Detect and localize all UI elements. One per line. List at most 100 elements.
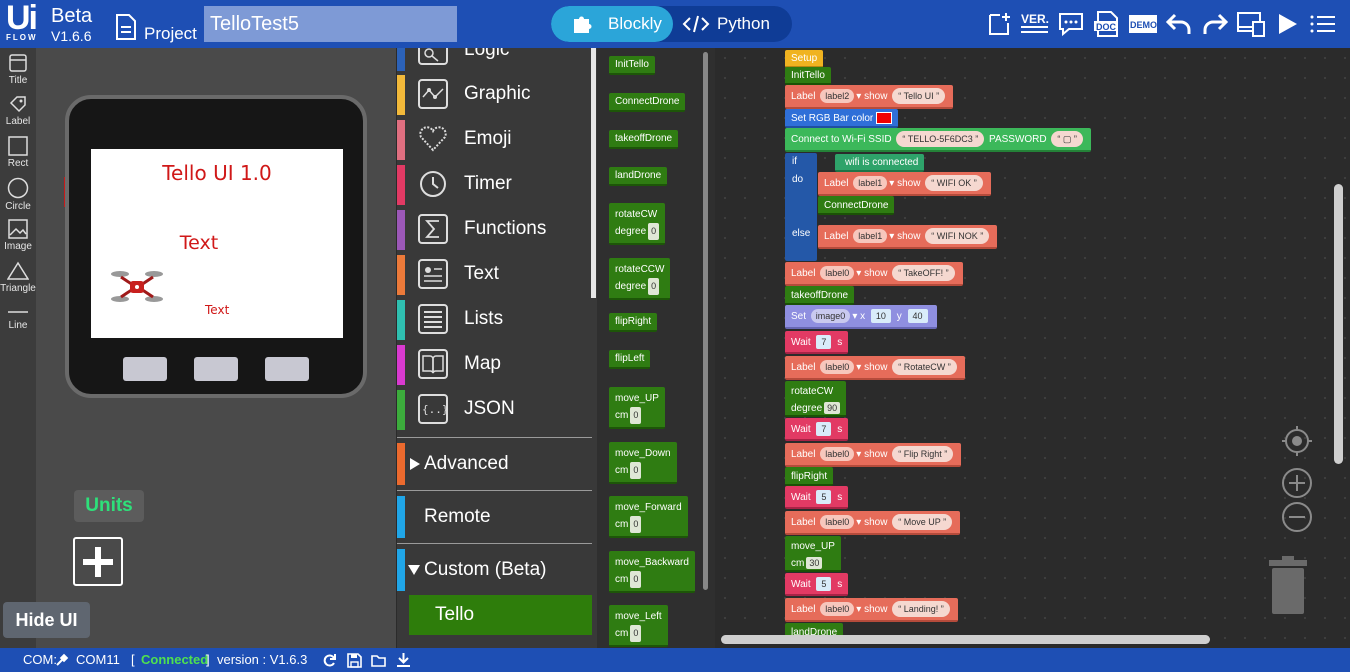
wifi-connect-block[interactable]: Connect to Wi-Fi SSID “ TELLO-5F6DC3 ” P…: [785, 128, 1091, 152]
blockly-label[interactable]: Blockly: [608, 14, 662, 34]
category-scrollbar[interactable]: [591, 48, 596, 298]
drone-image[interactable]: [111, 267, 163, 307]
flyout-block-flipright[interactable]: flipRight: [609, 313, 658, 332]
redo-icon[interactable]: [1200, 9, 1230, 39]
tool-image[interactable]: Image: [0, 219, 36, 252]
flyout-block-landdrone[interactable]: landDrone: [609, 167, 668, 186]
tool-circle[interactable]: Circle: [0, 177, 36, 212]
wait-block[interactable]: Wait 5 s: [785, 486, 849, 509]
plug-icon[interactable]: [55, 653, 69, 667]
flyout-block-move-up[interactable]: move_UP cm 0: [609, 387, 665, 429]
label-show-block[interactable]: Label label1 ▾ show “ WIFI OK ”: [818, 172, 991, 196]
flyout-block-move-down[interactable]: move_Down cm 0: [609, 442, 677, 484]
flyout-block-value[interactable]: 0: [630, 407, 642, 424]
string-field[interactable]: “ RotateCW ”: [892, 359, 957, 375]
mode-switch[interactable]: Blockly Python: [551, 6, 792, 42]
flyout-scrollbar[interactable]: [703, 52, 708, 590]
category-text[interactable]: Text: [397, 255, 597, 295]
password-field[interactable]: “ ▢ ”: [1051, 131, 1083, 147]
flyout-block-move-left[interactable]: move_Left cm 0: [609, 605, 668, 647]
label-dropdown[interactable]: label0: [820, 515, 855, 529]
add-unit-button[interactable]: [73, 537, 123, 586]
workspace-vertical-scrollbar[interactable]: [1334, 184, 1343, 464]
flyout-block-value[interactable]: 0: [630, 462, 642, 479]
download-icon[interactable]: [396, 652, 411, 668]
rgb-bar-block[interactable]: Set RGB Bar color: [785, 109, 899, 128]
tool-line[interactable]: Line: [0, 306, 36, 331]
label-dropdown[interactable]: label0: [820, 266, 855, 280]
label-dropdown[interactable]: label0: [820, 602, 855, 616]
color-swatch[interactable]: [876, 112, 893, 125]
label-show-block[interactable]: Label label0 ▾ show “ RotateCW ”: [785, 356, 965, 380]
version-icon[interactable]: VER.: [1020, 9, 1050, 39]
string-field[interactable]: “ Move UP ”: [892, 514, 953, 530]
comment-icon[interactable]: [1056, 9, 1086, 39]
flyout-block-flipleft[interactable]: flipLeft: [609, 350, 651, 369]
flyout-block-takeoffdrone[interactable]: takeoffDrone: [609, 130, 679, 149]
category-remote[interactable]: Remote: [397, 496, 597, 538]
python-label[interactable]: Python: [717, 14, 770, 34]
menu-icon[interactable]: [1308, 9, 1338, 39]
trash-icon[interactable]: [1266, 556, 1310, 616]
run-icon[interactable]: [1272, 9, 1302, 39]
label-show-block[interactable]: Label label1 ▾ show “ WIFI NOK ”: [818, 225, 998, 249]
if-else-block[interactable]: [785, 153, 817, 261]
wait-value[interactable]: 5: [816, 490, 832, 504]
category-tello[interactable]: Tello: [409, 595, 592, 635]
label-show-block[interactable]: Label label0 ▾ show “ Move UP ”: [785, 511, 961, 535]
units-button[interactable]: Units: [74, 490, 144, 522]
workspace-horizontal-scrollbar[interactable]: [721, 635, 1210, 644]
hide-ui-button[interactable]: Hide UI: [3, 602, 90, 638]
tool-rect[interactable]: Rect: [0, 136, 36, 169]
connect-drone-block[interactable]: ConnectDrone: [818, 196, 895, 215]
project-name-input[interactable]: [204, 6, 457, 42]
setup-block[interactable]: Setup: [785, 50, 824, 68]
cm-value[interactable]: 30: [806, 557, 823, 569]
flyout-block-value[interactable]: 0: [630, 516, 642, 533]
category-timer[interactable]: Timer: [397, 165, 597, 205]
com-port[interactable]: COM11: [76, 652, 120, 667]
device-screen[interactable]: Tello UI 1.0 Text Text: [91, 149, 343, 338]
tool-triangle[interactable]: Triangle: [0, 261, 36, 294]
move-up-block[interactable]: move_UP cm 30: [785, 536, 841, 572]
string-field[interactable]: “ WIFI OK ”: [925, 175, 983, 191]
project-label[interactable]: Project: [144, 24, 197, 44]
wait-block[interactable]: Wait 7 s: [785, 331, 849, 354]
flip-right-block[interactable]: flipRight: [785, 467, 834, 486]
image-dropdown[interactable]: image0: [810, 309, 851, 323]
x-value[interactable]: 10: [870, 309, 891, 323]
device-button-a[interactable]: [123, 357, 167, 381]
doc-icon[interactable]: DOC: [1092, 9, 1122, 39]
wait-value[interactable]: 5: [816, 577, 832, 591]
screen-label-text[interactable]: Text: [91, 232, 307, 254]
flyout-block-value[interactable]: 0: [630, 571, 642, 588]
string-field[interactable]: “ Flip Right ”: [892, 446, 954, 462]
rotate-cw-block[interactable]: rotateCW degree 90: [785, 381, 847, 417]
flyout-block-rotatecw[interactable]: rotateCW degree 0: [609, 203, 666, 245]
category-lists[interactable]: Lists: [397, 300, 597, 340]
takeoff-drone-block[interactable]: takeoffDrone: [785, 286, 855, 305]
flyout-block-value[interactable]: 0: [648, 223, 660, 240]
category-graphic[interactable]: Graphic: [397, 75, 597, 115]
flyout-block-value[interactable]: 0: [630, 625, 642, 642]
y-value[interactable]: 40: [907, 309, 928, 323]
ssid-field[interactable]: “ TELLO-5F6DC3 ”: [896, 131, 985, 147]
blockly-workspace[interactable]: Setup InitTello Label label2 ▾ show “ Tel…: [715, 48, 1350, 648]
label-show-block[interactable]: Label label0 ▾ show “ Flip Right ”: [785, 443, 962, 467]
label-show-block[interactable]: Label label0 ▾ show “ TakeOFF! ”: [785, 262, 963, 286]
wait-value[interactable]: 7: [816, 422, 832, 436]
label-dropdown[interactable]: label0: [820, 447, 855, 461]
string-field[interactable]: “ TakeOFF! ”: [892, 265, 955, 281]
wifi-connected-condition[interactable]: wifi is connected: [835, 154, 925, 172]
category-functions[interactable]: Functions: [397, 210, 597, 250]
set-image-block[interactable]: Set image0 ▾ x 10 y 40: [785, 305, 937, 329]
flyout-block-move-backward[interactable]: move_Backward cm 0: [609, 551, 695, 593]
degree-value[interactable]: 90: [824, 402, 841, 414]
string-field[interactable]: “ WIFI NOK ”: [925, 228, 990, 244]
tool-title[interactable]: Title: [0, 53, 36, 86]
project-file-icon[interactable]: [114, 13, 138, 41]
device-button-c[interactable]: [265, 357, 309, 381]
category-advanced[interactable]: Advanced: [397, 443, 597, 485]
device-button-b[interactable]: [194, 357, 238, 381]
tool-label[interactable]: Label: [0, 94, 36, 127]
